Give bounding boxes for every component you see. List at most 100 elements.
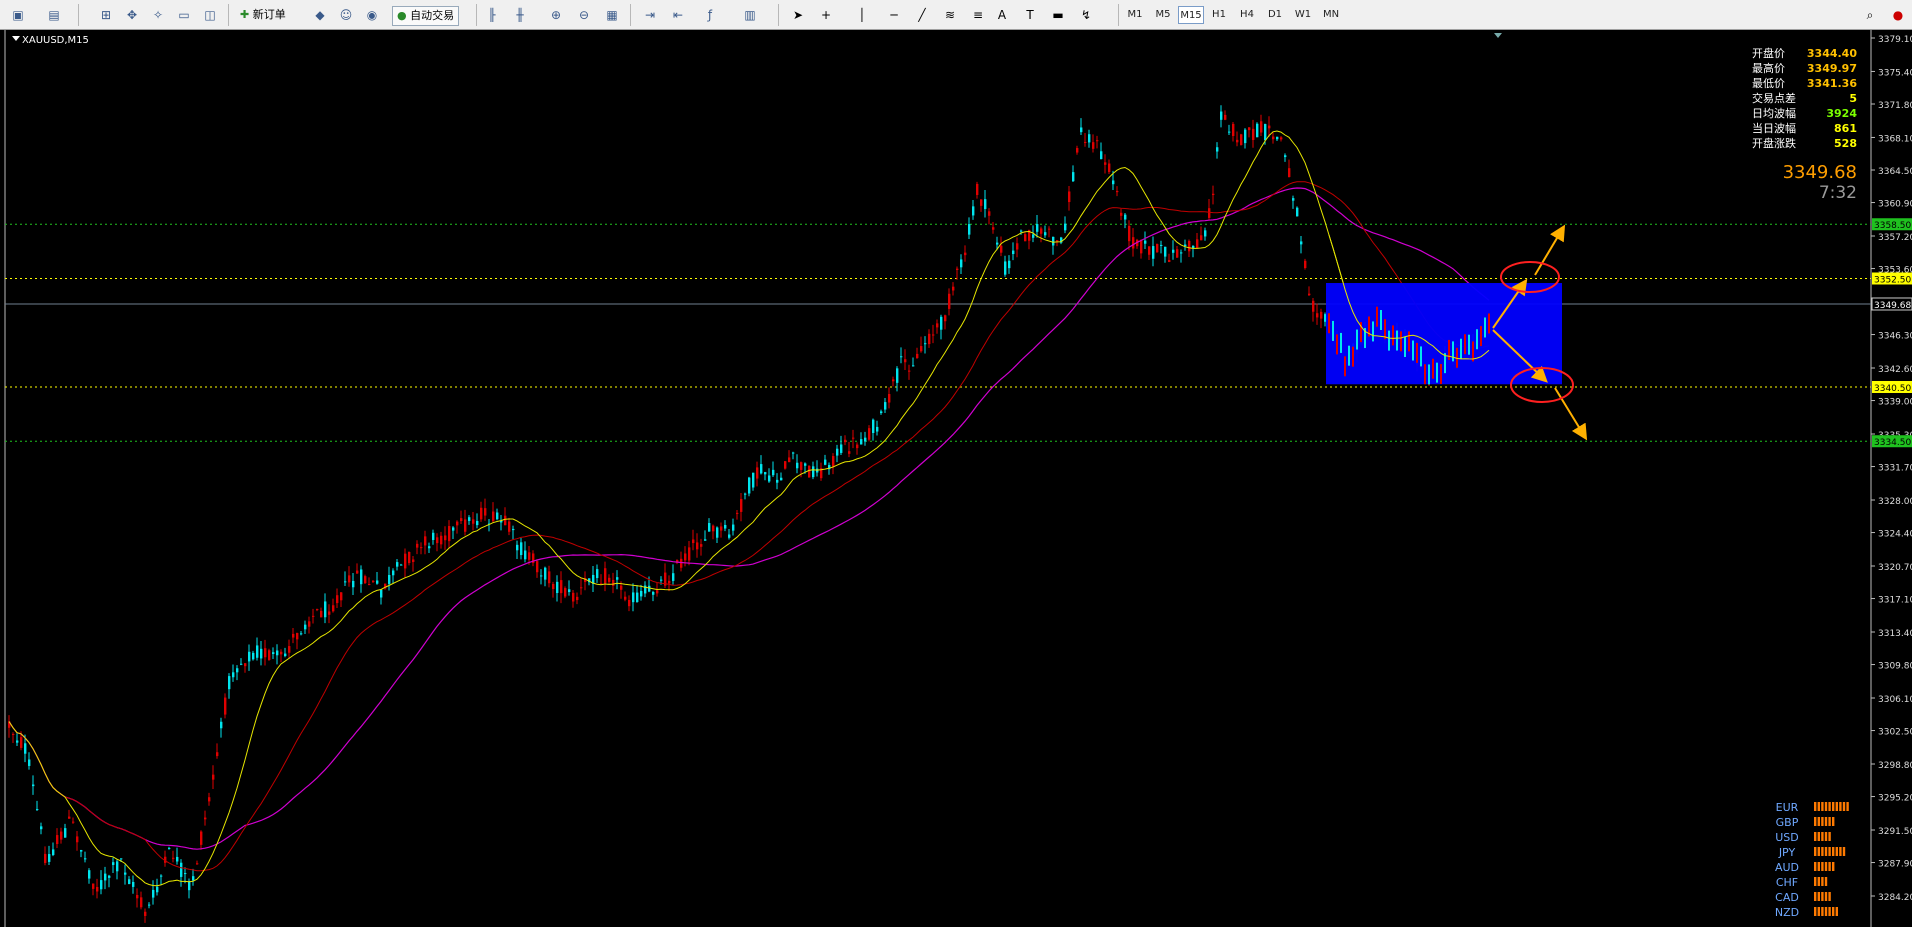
templates-icon[interactable]: ▥ — [740, 5, 760, 25]
chart-shift-icon[interactable]: ⇤ — [668, 5, 688, 25]
candlestick-icon[interactable]: ╫ — [510, 5, 530, 25]
candle-body — [212, 774, 215, 780]
market-watch-icon[interactable]: ⊞ — [96, 5, 116, 25]
candle-body — [756, 467, 759, 479]
timeframe-m5-button[interactable]: M5 — [1150, 6, 1176, 24]
strength-bar — [1828, 832, 1831, 841]
strength-bar — [1832, 862, 1835, 871]
bar-chart-icon[interactable]: ╟ — [482, 5, 502, 25]
strength-bar — [1828, 847, 1831, 856]
candle-body — [976, 183, 979, 195]
timeframe-mn-button[interactable]: MN — [1318, 6, 1344, 24]
auto-scroll-icon[interactable]: ⇥ — [640, 5, 660, 25]
candle-body — [836, 448, 839, 456]
shapes-icon[interactable]: ▬ — [1048, 5, 1068, 25]
timeframe-m15-button[interactable]: M15 — [1178, 6, 1204, 24]
info-label: 最高价 — [1752, 61, 1785, 75]
candle-body — [1180, 252, 1183, 254]
tile-windows-icon[interactable]: ▦ — [602, 5, 622, 25]
signals-icon[interactable]: ☺ — [336, 5, 356, 25]
candle-body — [796, 462, 799, 469]
candle-body — [256, 645, 259, 658]
candle-body — [120, 858, 123, 860]
equidistant-channel-icon[interactable]: ≋ — [940, 5, 960, 25]
info-value: 3924 — [1826, 107, 1857, 120]
candle-body — [352, 580, 355, 588]
strategy-tester-icon[interactable]: ◫ — [200, 5, 220, 25]
price-axis-label: 3298.80 — [1878, 761, 1912, 771]
candle-body — [344, 581, 347, 583]
candle-body — [412, 559, 415, 562]
candle-body — [84, 858, 87, 860]
candle-body — [1268, 125, 1271, 129]
vertical-line-icon[interactable]: │ — [852, 5, 872, 25]
cursor-icon[interactable]: ➤ — [788, 5, 808, 25]
indicators-icon[interactable]: ƒ — [700, 5, 720, 25]
candle-body — [116, 861, 119, 872]
candle-body — [456, 521, 459, 526]
candle-body — [204, 817, 207, 820]
arrows-icon[interactable]: ↯ — [1076, 5, 1096, 25]
timeframe-d1-button[interactable]: D1 — [1262, 6, 1288, 24]
auto-trading-button[interactable]: ● 自动交易 — [392, 6, 460, 26]
candle-body — [368, 584, 371, 586]
strength-bar — [1824, 832, 1828, 841]
chart-background — [0, 30, 1912, 927]
candle-body — [572, 592, 575, 602]
timeframe-w1-button[interactable]: W1 — [1290, 6, 1316, 24]
text-icon[interactable]: A — [992, 5, 1012, 25]
candle-body — [604, 568, 607, 584]
text-label-icon[interactable]: T — [1020, 5, 1040, 25]
favorites-icon[interactable]: ✧ — [148, 5, 168, 25]
candle-body — [956, 268, 959, 270]
new-order-button[interactable]: ✚ 新订单 — [240, 5, 286, 25]
price-chart[interactable]: XAUUSD,M15 3379.10 3375.40 3371.80 3368.10 3… — [0, 30, 1912, 927]
strength-bar — [1842, 802, 1846, 811]
candle-body — [992, 227, 995, 230]
strength-bar — [1824, 907, 1828, 916]
candle-body — [232, 672, 235, 678]
timeframe-h1-button[interactable]: H1 — [1206, 6, 1232, 24]
trendline-icon[interactable]: ╱ — [912, 5, 932, 25]
candle-body — [244, 663, 247, 667]
candle-body — [228, 676, 231, 690]
currency-code: NZD — [1775, 906, 1799, 919]
new-chart-icon[interactable]: ▣ — [8, 5, 28, 25]
candle-body — [32, 784, 35, 787]
candle-body — [428, 546, 431, 549]
horizontal-line-icon[interactable]: ─ — [884, 5, 904, 25]
fibonacci-icon[interactable]: ≡ — [968, 5, 988, 25]
terminal-icon[interactable]: ▭ — [174, 5, 194, 25]
new-order-label: 新订单 — [252, 8, 286, 21]
crosshair-icon[interactable]: + — [816, 5, 836, 25]
candle-body — [848, 451, 851, 454]
zoom-out-icon[interactable]: ⊖ — [574, 5, 594, 25]
candle-body — [1236, 139, 1239, 143]
candle-body — [52, 849, 55, 856]
candle-body — [200, 831, 203, 845]
timeframe-h4-button[interactable]: H4 — [1234, 6, 1260, 24]
timeframe-m1-button[interactable]: M1 — [1122, 6, 1148, 24]
candle-body — [740, 498, 743, 512]
market-icon[interactable]: ◉ — [362, 5, 382, 25]
candle-body — [24, 743, 27, 754]
candle-body — [40, 826, 43, 830]
candle-body — [180, 862, 183, 877]
candle-body — [608, 577, 611, 582]
candle-body — [520, 542, 523, 556]
candle-body — [792, 452, 795, 454]
crosshair-nav-icon[interactable]: ✥ — [122, 5, 142, 25]
candle-body — [920, 346, 923, 352]
price-axis-label: 3379.10 — [1878, 35, 1912, 45]
candle-body — [320, 610, 323, 618]
candle-body — [1320, 311, 1323, 319]
search-icon[interactable]: ⌕ — [1860, 5, 1880, 25]
notifications-icon[interactable]: ● — [1888, 5, 1908, 25]
zoom-in-icon[interactable]: ⊕ — [546, 5, 566, 25]
candle-body — [552, 584, 555, 590]
candle-body — [220, 721, 223, 729]
meta-editor-icon[interactable]: ◆ — [310, 5, 330, 25]
candle-body — [128, 879, 131, 885]
candle-body — [108, 875, 111, 878]
profiles-icon[interactable]: ▤ — [44, 5, 64, 25]
